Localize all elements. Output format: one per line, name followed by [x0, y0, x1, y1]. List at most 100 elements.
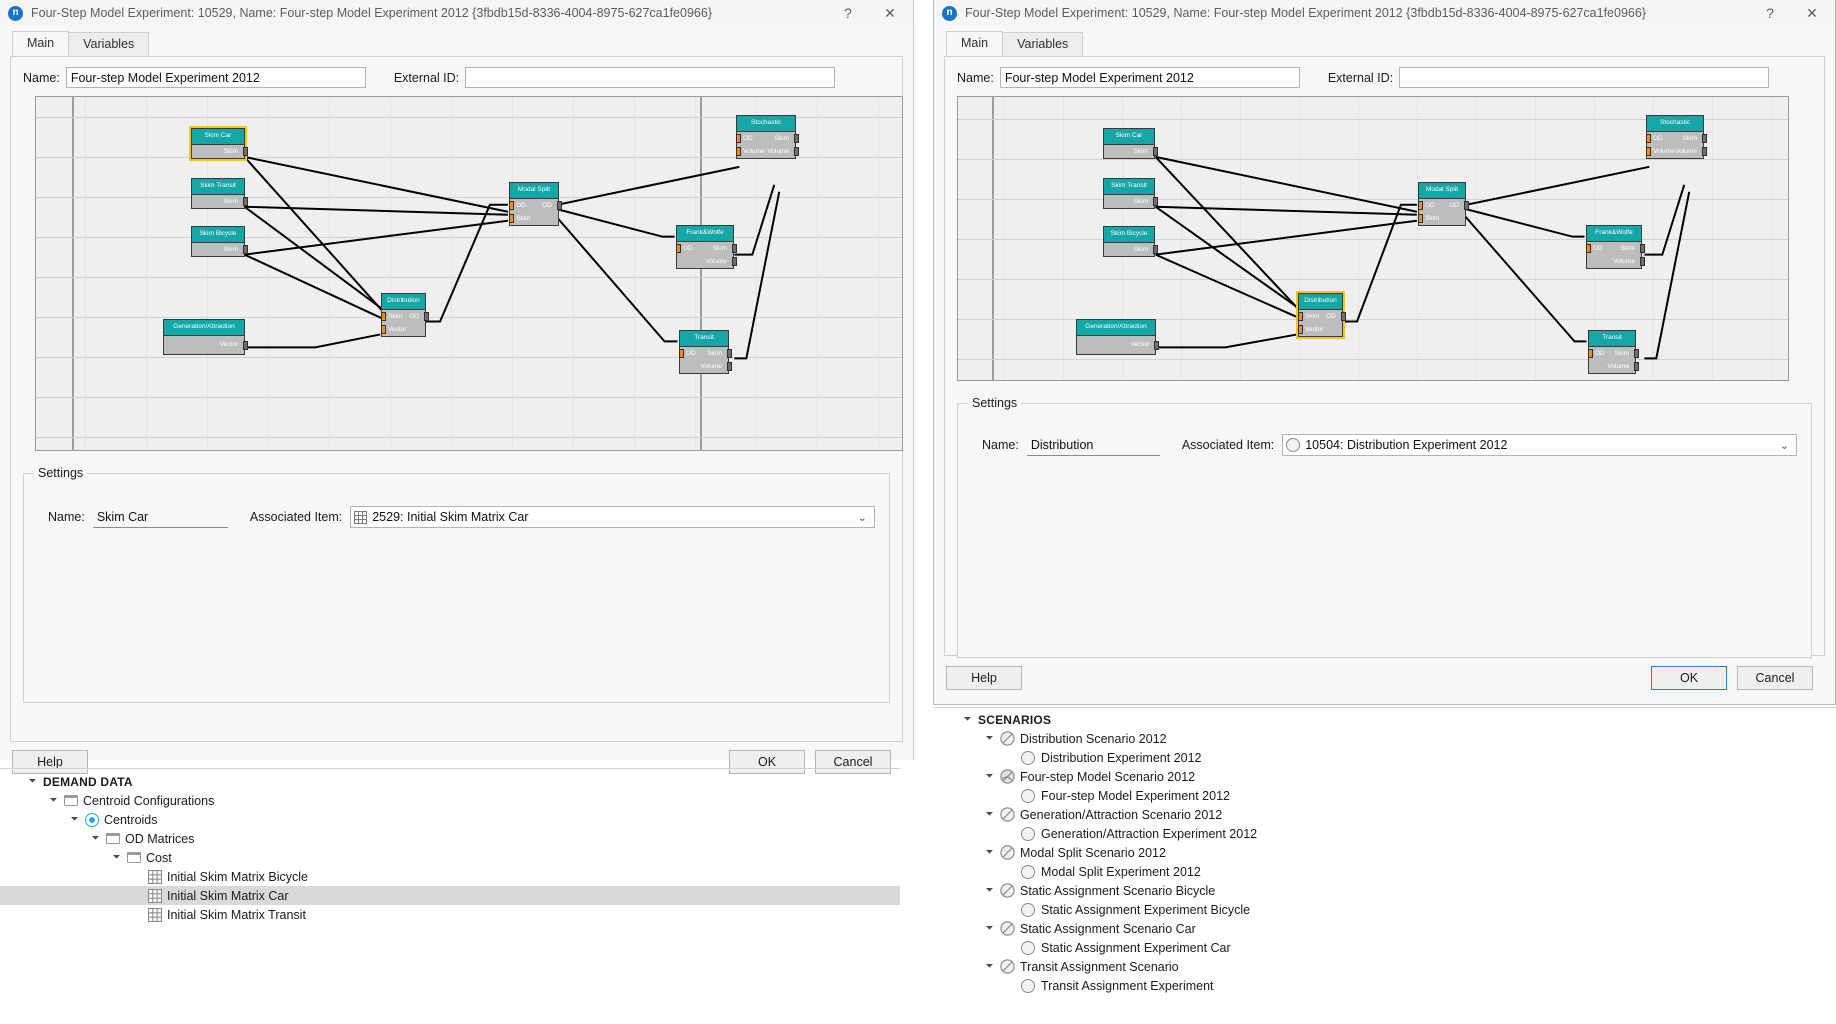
port-out-volume[interactable] [727, 362, 732, 371]
chevron-down-icon[interactable]: ⏷ [89, 833, 102, 844]
chevron-down-icon[interactable]: ⏷ [961, 714, 974, 725]
external-id-input[interactable] [465, 67, 835, 88]
port-out-skim[interactable] [243, 245, 248, 254]
tree-row-scenarios[interactable]: ⏷ SCENARIOS [933, 710, 1836, 729]
help-titlebar-button[interactable]: ? [831, 1, 865, 25]
port-out-skim[interactable] [1153, 147, 1158, 156]
port-out-skim[interactable] [1702, 134, 1707, 143]
tree-row-four-step-model-experiment-2012[interactable]: Four-step Model Experiment 2012 [933, 786, 1836, 805]
tree-row-static-assignment-scenario-car[interactable]: ⏷ Static Assignment Scenario Car [933, 919, 1836, 938]
close-icon[interactable]: ✕ [873, 1, 907, 25]
port-out-vector[interactable] [1154, 341, 1159, 350]
port-in-od[interactable] [1588, 349, 1593, 358]
port-in-skim[interactable] [1298, 312, 1303, 321]
node-transit[interactable]: Transit OD Skim Volume [1588, 330, 1636, 374]
settings-name-input[interactable]: Distribution [1027, 435, 1160, 456]
port-out-od[interactable] [1341, 312, 1346, 321]
node-distribution[interactable]: Distribution Skim OD Vector [381, 293, 426, 337]
port-out-skim[interactable] [794, 134, 799, 143]
port-in-vector[interactable] [1298, 325, 1303, 334]
tab-variables[interactable]: Variables [68, 32, 149, 56]
tree-row-centroids[interactable]: ⏷ Centroids [0, 810, 900, 829]
node-modal-split[interactable]: Modal Split OD OD Skim [509, 182, 559, 226]
tree-row-demand-data[interactable]: ⏷ DEMAND DATA [0, 772, 900, 791]
tree-row-distribution-experiment-2012[interactable]: Distribution Experiment 2012 [933, 748, 1836, 767]
experiment-name-input[interactable]: Four-step Model Experiment 2012 [66, 67, 366, 88]
port-in-od[interactable] [679, 349, 684, 358]
port-out-volume[interactable] [794, 147, 799, 156]
port-in-od[interactable] [1586, 244, 1591, 253]
port-out-od[interactable] [557, 201, 562, 210]
tree-row-distribution-scenario-2012[interactable]: ⏷ Distribution Scenario 2012 [933, 729, 1836, 748]
tree-row-static-assignment-experiment-car[interactable]: Static Assignment Experiment Car [933, 938, 1836, 957]
associated-item-combo[interactable]: 10504: Distribution Experiment 2012 ⌄ [1282, 434, 1797, 456]
node-stochastic[interactable]: Stochastic OD Skim Volume Volume [1646, 115, 1704, 159]
port-out-volume[interactable] [1702, 147, 1707, 156]
tab-variables[interactable]: Variables [1002, 32, 1083, 56]
port-out-skim[interactable] [243, 197, 248, 206]
chevron-down-icon[interactable]: ⏷ [983, 733, 996, 744]
tree-row-static-assignment-scenario-bicycle[interactable]: ⏷ Static Assignment Scenario Bicycle [933, 881, 1836, 900]
settings-name-input[interactable]: Skim Car [93, 507, 228, 528]
node-transit[interactable]: Transit OD Skim Volume [679, 330, 729, 374]
associated-item-combo[interactable]: 2529: Initial Skim Matrix Car ⌄ [350, 506, 875, 528]
tree-row-initial-skim-matrix-bicycle[interactable]: Initial Skim Matrix Bicycle [0, 867, 900, 886]
port-out-skim[interactable] [732, 244, 737, 253]
chevron-down-icon[interactable]: ⏷ [983, 961, 996, 972]
port-in-od[interactable] [1646, 134, 1651, 143]
ok-button[interactable]: OK [729, 750, 805, 774]
cancel-button[interactable]: Cancel [815, 750, 891, 774]
chevron-down-icon[interactable]: ⏷ [47, 795, 60, 806]
node-skim-transit[interactable]: Skim Transit Skim [1103, 178, 1155, 209]
port-in-skim[interactable] [1418, 214, 1423, 223]
tree-row-initial-skim-matrix-transit[interactable]: Initial Skim Matrix Transit [0, 905, 900, 924]
tree-row-four-step-model-scenario-2012[interactable]: ⏷ Four-step Model Scenario 2012 [933, 767, 1836, 786]
tab-main[interactable]: Main [12, 31, 69, 56]
node-frank-wolfe[interactable]: Frank&Wolfe OD Skim Volume [676, 225, 734, 269]
port-out-volume[interactable] [1640, 257, 1645, 266]
node-skim-car[interactable]: Skim Car Skim [191, 128, 245, 159]
chevron-down-icon[interactable]: ⏷ [983, 885, 996, 896]
port-out-skim[interactable] [1634, 349, 1639, 358]
help-titlebar-button[interactable]: ? [1753, 1, 1787, 25]
help-button[interactable]: Help [946, 666, 1022, 690]
port-in-od[interactable] [736, 134, 741, 143]
left-dialog-titlebar[interactable]: n Four-Step Model Experiment: 10529, Nam… [0, 0, 913, 26]
port-in-vector[interactable] [381, 325, 386, 334]
left-model-canvas[interactable]: Skim Car Skim Skim Transit Skim [35, 96, 903, 451]
ok-button[interactable]: OK [1651, 666, 1727, 690]
external-id-input[interactable] [1399, 67, 1769, 88]
chevron-down-icon[interactable]: ⏷ [983, 923, 996, 934]
tree-row-od-matrices[interactable]: ⏷ OD Matrices [0, 829, 900, 848]
port-out-od[interactable] [424, 312, 429, 321]
cancel-button[interactable]: Cancel [1737, 666, 1813, 690]
chevron-down-icon[interactable]: ⏷ [983, 771, 996, 782]
node-frank-wolfe[interactable]: Frank&Wolfe OD Skim Volume [1586, 225, 1642, 269]
node-skim-transit[interactable]: Skim Transit Skim [191, 178, 245, 209]
port-in-skim[interactable] [381, 312, 386, 321]
right-model-canvas[interactable]: Skim Car Skim Skim Transit Skim [957, 96, 1789, 381]
tree-row-centroid-configurations[interactable]: ⏷ Centroid Configurations [0, 791, 900, 810]
port-out-skim[interactable] [243, 147, 248, 156]
port-out-vector[interactable] [243, 341, 248, 350]
tree-row-generation-attraction-scenario-2012[interactable]: ⏷ Generation/Attraction Scenario 2012 [933, 805, 1836, 824]
port-out-skim[interactable] [1153, 197, 1158, 206]
node-skim-car[interactable]: Skim Car Skim [1103, 128, 1155, 159]
tree-row-generation-attraction-experiment-2012[interactable]: Generation/Attraction Experiment 2012 [933, 824, 1836, 843]
chevron-down-icon[interactable]: ⏷ [68, 814, 81, 825]
tree-row-transit-assignment-experiment[interactable]: Transit Assignment Experiment [933, 976, 1836, 995]
port-in-od[interactable] [509, 201, 514, 210]
node-distribution[interactable]: Distribution Skim OD Vector [1298, 293, 1343, 337]
tab-main[interactable]: Main [946, 31, 1003, 56]
tree-row-modal-split-experiment-2012[interactable]: Modal Split Experiment 2012 [933, 862, 1836, 881]
chevron-down-icon[interactable]: ⏷ [26, 776, 39, 787]
help-button[interactable]: Help [12, 750, 88, 774]
node-skim-bicycle[interactable]: Skim Bicycle Skim [191, 226, 245, 257]
node-stochastic[interactable]: Stochastic OD Skim Volume Volume [736, 115, 796, 159]
port-in-volume[interactable] [736, 147, 741, 156]
experiment-name-input[interactable]: Four-step Model Experiment 2012 [1000, 67, 1300, 88]
port-out-volume[interactable] [1634, 362, 1639, 371]
node-generation-attraction[interactable]: Generation/Attraction Vector [163, 319, 245, 355]
node-skim-bicycle[interactable]: Skim Bicycle Skim [1103, 226, 1155, 257]
tree-row-initial-skim-matrix-car[interactable]: Initial Skim Matrix Car [0, 886, 900, 905]
